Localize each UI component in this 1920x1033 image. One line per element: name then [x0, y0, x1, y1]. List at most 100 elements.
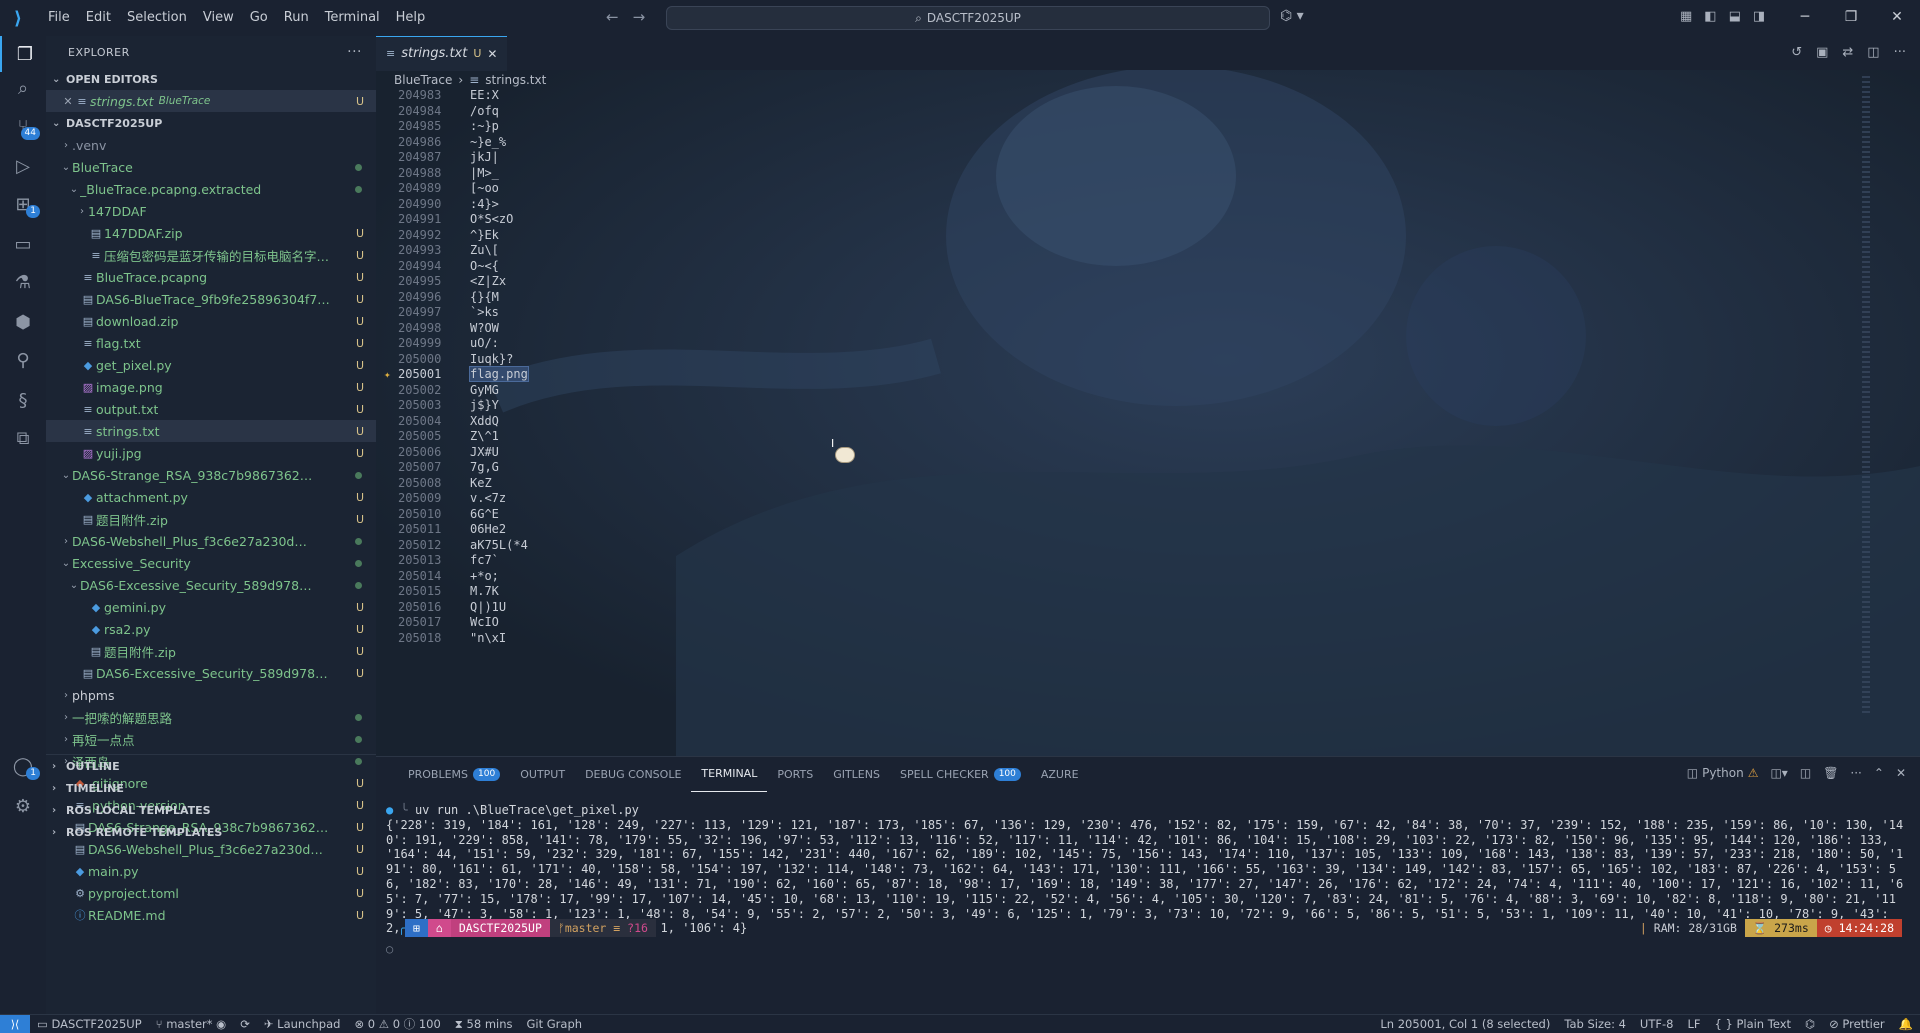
workspace-root-section[interactable]: ⌄ DASCTF2025UP — [46, 112, 376, 134]
folder-item[interactable]: ⌄ BlueTrace — [46, 156, 376, 178]
file-item[interactable]: ◆ gemini.py U — [46, 596, 376, 618]
toggle-sidebar-icon[interactable]: ◧ — [1704, 9, 1716, 24]
containers-icon[interactable]: ⬢ — [0, 304, 46, 340]
menu-view[interactable]: View — [195, 0, 242, 36]
copilot-icon[interactable]: ⌬ ▾ — [1280, 8, 1304, 24]
timeline-history-icon[interactable]: ↺ — [1791, 45, 1802, 60]
prettier-status[interactable]: ⊘ Prettier — [1822, 1017, 1892, 1031]
menu-terminal[interactable]: Terminal — [317, 0, 388, 36]
run-debug-icon[interactable]: ▷ — [0, 148, 46, 184]
language-mode[interactable]: { } Plain Text — [1707, 1017, 1798, 1031]
code-line[interactable]: 205018 "n\xI — [376, 629, 1776, 648]
file-item[interactable]: ≡ BlueTrace.pcapng U — [46, 266, 376, 288]
outline-section[interactable]: › OUTLINE — [46, 755, 376, 777]
file-item[interactable]: ⚙ pyproject.toml U — [46, 882, 376, 904]
git-graph-button[interactable]: Git Graph — [520, 1017, 590, 1031]
close-icon[interactable]: ✕ — [62, 95, 74, 108]
compare-changes-icon[interactable]: ⇄ — [1842, 45, 1853, 60]
open-editors-section[interactable]: ⌄ OPEN EDITORS — [46, 68, 376, 90]
new-terminal-icon[interactable]: ◫▾ — [1770, 766, 1787, 780]
close-tab-icon[interactable]: ✕ — [487, 47, 497, 61]
folder-item[interactable]: › .venv — [46, 134, 376, 156]
file-item[interactable]: ≡ output.txt U — [46, 398, 376, 420]
time-tracker-status[interactable]: ⧗ 58 mins — [448, 1017, 520, 1032]
remote-explorer-icon[interactable]: ▭ — [0, 226, 46, 262]
panel-tab-problems[interactable]: PROBLEMS 100 — [398, 757, 510, 791]
file-item[interactable]: ◆ rsa2.py U — [46, 618, 376, 640]
menu-go[interactable]: Go — [242, 0, 276, 36]
split-panel-icon[interactable]: ◫ — [1800, 766, 1811, 780]
file-item[interactable]: ◆ get_pixel.py U — [46, 354, 376, 376]
cursor-position[interactable]: Ln 205001, Col 1 (8 selected) — [1373, 1017, 1557, 1031]
panel-tab-gitlens[interactable]: GITLENS — [823, 757, 890, 791]
file-item[interactable]: ▨ image.png U — [46, 376, 376, 398]
search-editor-icon[interactable]: ⚲ — [0, 342, 46, 378]
extensions-icon[interactable]: ⊞ 1 — [0, 186, 46, 222]
search-view-icon[interactable]: ⌕ — [0, 70, 46, 106]
command-center-search[interactable]: ⌕ DASCTF2025UP — [666, 6, 1270, 30]
file-item[interactable]: ≡ strings.txt U — [46, 420, 376, 442]
tab-strings-txt[interactable]: ≡ strings.txt U ✕ — [376, 36, 508, 71]
panel-tab-output[interactable]: OUTPUT — [510, 757, 575, 791]
panel-tab-ports[interactable]: PORTS — [767, 757, 823, 791]
menu-file[interactable]: File — [40, 0, 78, 36]
remote-indicator[interactable]: ⟩⟨ — [0, 1015, 30, 1033]
folder-item[interactable]: › DAS6-Webshell_Plus_f3c6e27a230d3788c73.… — [46, 530, 376, 552]
close-window-button[interactable]: ✕ — [1874, 0, 1920, 36]
breadcrumb-folder[interactable]: BlueTrace — [394, 73, 452, 87]
file-item[interactable]: ◆ main.py U — [46, 860, 376, 882]
file-item[interactable]: ▤DAS6-BlueTrace_9fb9fe25896304f7ec2d3a3.… — [46, 288, 376, 310]
more-actions-icon[interactable]: ··· — [1850, 766, 1861, 780]
notifications-bell-icon[interactable]: 🔔 — [1892, 1017, 1920, 1031]
menu-edit[interactable]: Edit — [78, 0, 119, 36]
menu-selection[interactable]: Selection — [119, 0, 195, 36]
folder-item[interactable]: › phpms — [46, 684, 376, 706]
problems-status[interactable]: ⊗ 0 ⚠ 0 ⓘ 100 — [347, 1016, 447, 1032]
ros-remote-templates-section[interactable]: › ROS REMOTE TEMPLATES — [46, 821, 376, 843]
panel-tab-debug-console[interactable]: DEBUG CONSOLE — [575, 757, 691, 791]
folder-item[interactable]: ⌄DAS6-Strange_RSA_938c7b986736231ce9fd..… — [46, 464, 376, 486]
panel-tab-terminal[interactable]: TERMINAL — [691, 757, 768, 792]
toggle-panel-icon[interactable]: ⬓ — [1729, 9, 1741, 24]
encoding[interactable]: UTF-8 — [1633, 1017, 1681, 1031]
testing-icon[interactable]: ⚗ — [0, 264, 46, 300]
timeline-section[interactable]: › TIMELINE — [46, 777, 376, 799]
file-item[interactable]: ▨ yuji.jpg U — [46, 442, 376, 464]
maximize-panel-icon[interactable]: ⌃ — [1874, 766, 1884, 780]
minimize-button[interactable]: ─ — [1782, 0, 1828, 36]
minimap[interactable] — [1862, 76, 1870, 716]
end-of-line[interactable]: LF — [1680, 1017, 1707, 1031]
forward-arrow-icon[interactable]: → — [633, 8, 646, 26]
folder-item[interactable]: ⌄ Excessive_Security — [46, 552, 376, 574]
file-item[interactable]: ▤ download.zip U — [46, 310, 376, 332]
accounts-icon[interactable]: ◯ 1 — [0, 748, 46, 784]
file-item[interactable]: ≡ 压缩包密码是蓝牙传输的目标电脑名字.txt U — [46, 244, 376, 266]
toggle-secondary-sidebar-icon[interactable]: ◨ — [1753, 9, 1765, 24]
vertical-scrollbar[interactable] — [1910, 76, 1920, 676]
menu-run[interactable]: Run — [276, 0, 317, 36]
trash-icon[interactable]: 🗑 — [1823, 766, 1838, 780]
breadcrumb-file[interactable]: strings.txt — [485, 73, 546, 87]
menu-help[interactable]: Help — [388, 0, 434, 36]
panel-tab-azure[interactable]: AZURE — [1031, 757, 1089, 791]
launchpad-status[interactable]: ✈ Launchpad — [257, 1017, 348, 1031]
open-preview-icon[interactable]: ▣ — [1816, 45, 1828, 60]
copilot-status-icon[interactable]: ⌬ — [1798, 1017, 1822, 1031]
workspace-status[interactable]: ▭ DASCTF2025UP — [30, 1017, 149, 1031]
file-item[interactable]: ⓘ README.md U — [46, 904, 376, 926]
folder-item[interactable]: › 147DDAF — [46, 200, 376, 222]
tab-size[interactable]: Tab Size: 4 — [1557, 1017, 1633, 1031]
panel-tab-spell-checker[interactable]: SPELL CHECKER 100 — [890, 757, 1031, 791]
manage-gear-icon[interactable]: ⚙ — [0, 788, 46, 824]
sync-icon[interactable]: ⟳ — [233, 1017, 257, 1031]
file-item[interactable]: ▤ 题目附件.zip U — [46, 640, 376, 662]
terminal-profile[interactable]: ◫ Python ⚠ — [1687, 766, 1759, 780]
branch-status[interactable]: ⑂ master* ◉ — [149, 1017, 234, 1031]
restore-button[interactable]: ❐ — [1828, 0, 1874, 36]
file-item[interactable]: ◆ attachment.py U — [46, 486, 376, 508]
more-actions-icon[interactable]: ··· — [347, 44, 362, 60]
ros-icon[interactable]: ⧉ — [0, 420, 46, 456]
source-control-icon[interactable]: ⑂ 44 — [0, 108, 46, 144]
folder-item[interactable]: ⌄ _BlueTrace.pcapng.extracted — [46, 178, 376, 200]
back-arrow-icon[interactable]: ← — [606, 8, 619, 26]
